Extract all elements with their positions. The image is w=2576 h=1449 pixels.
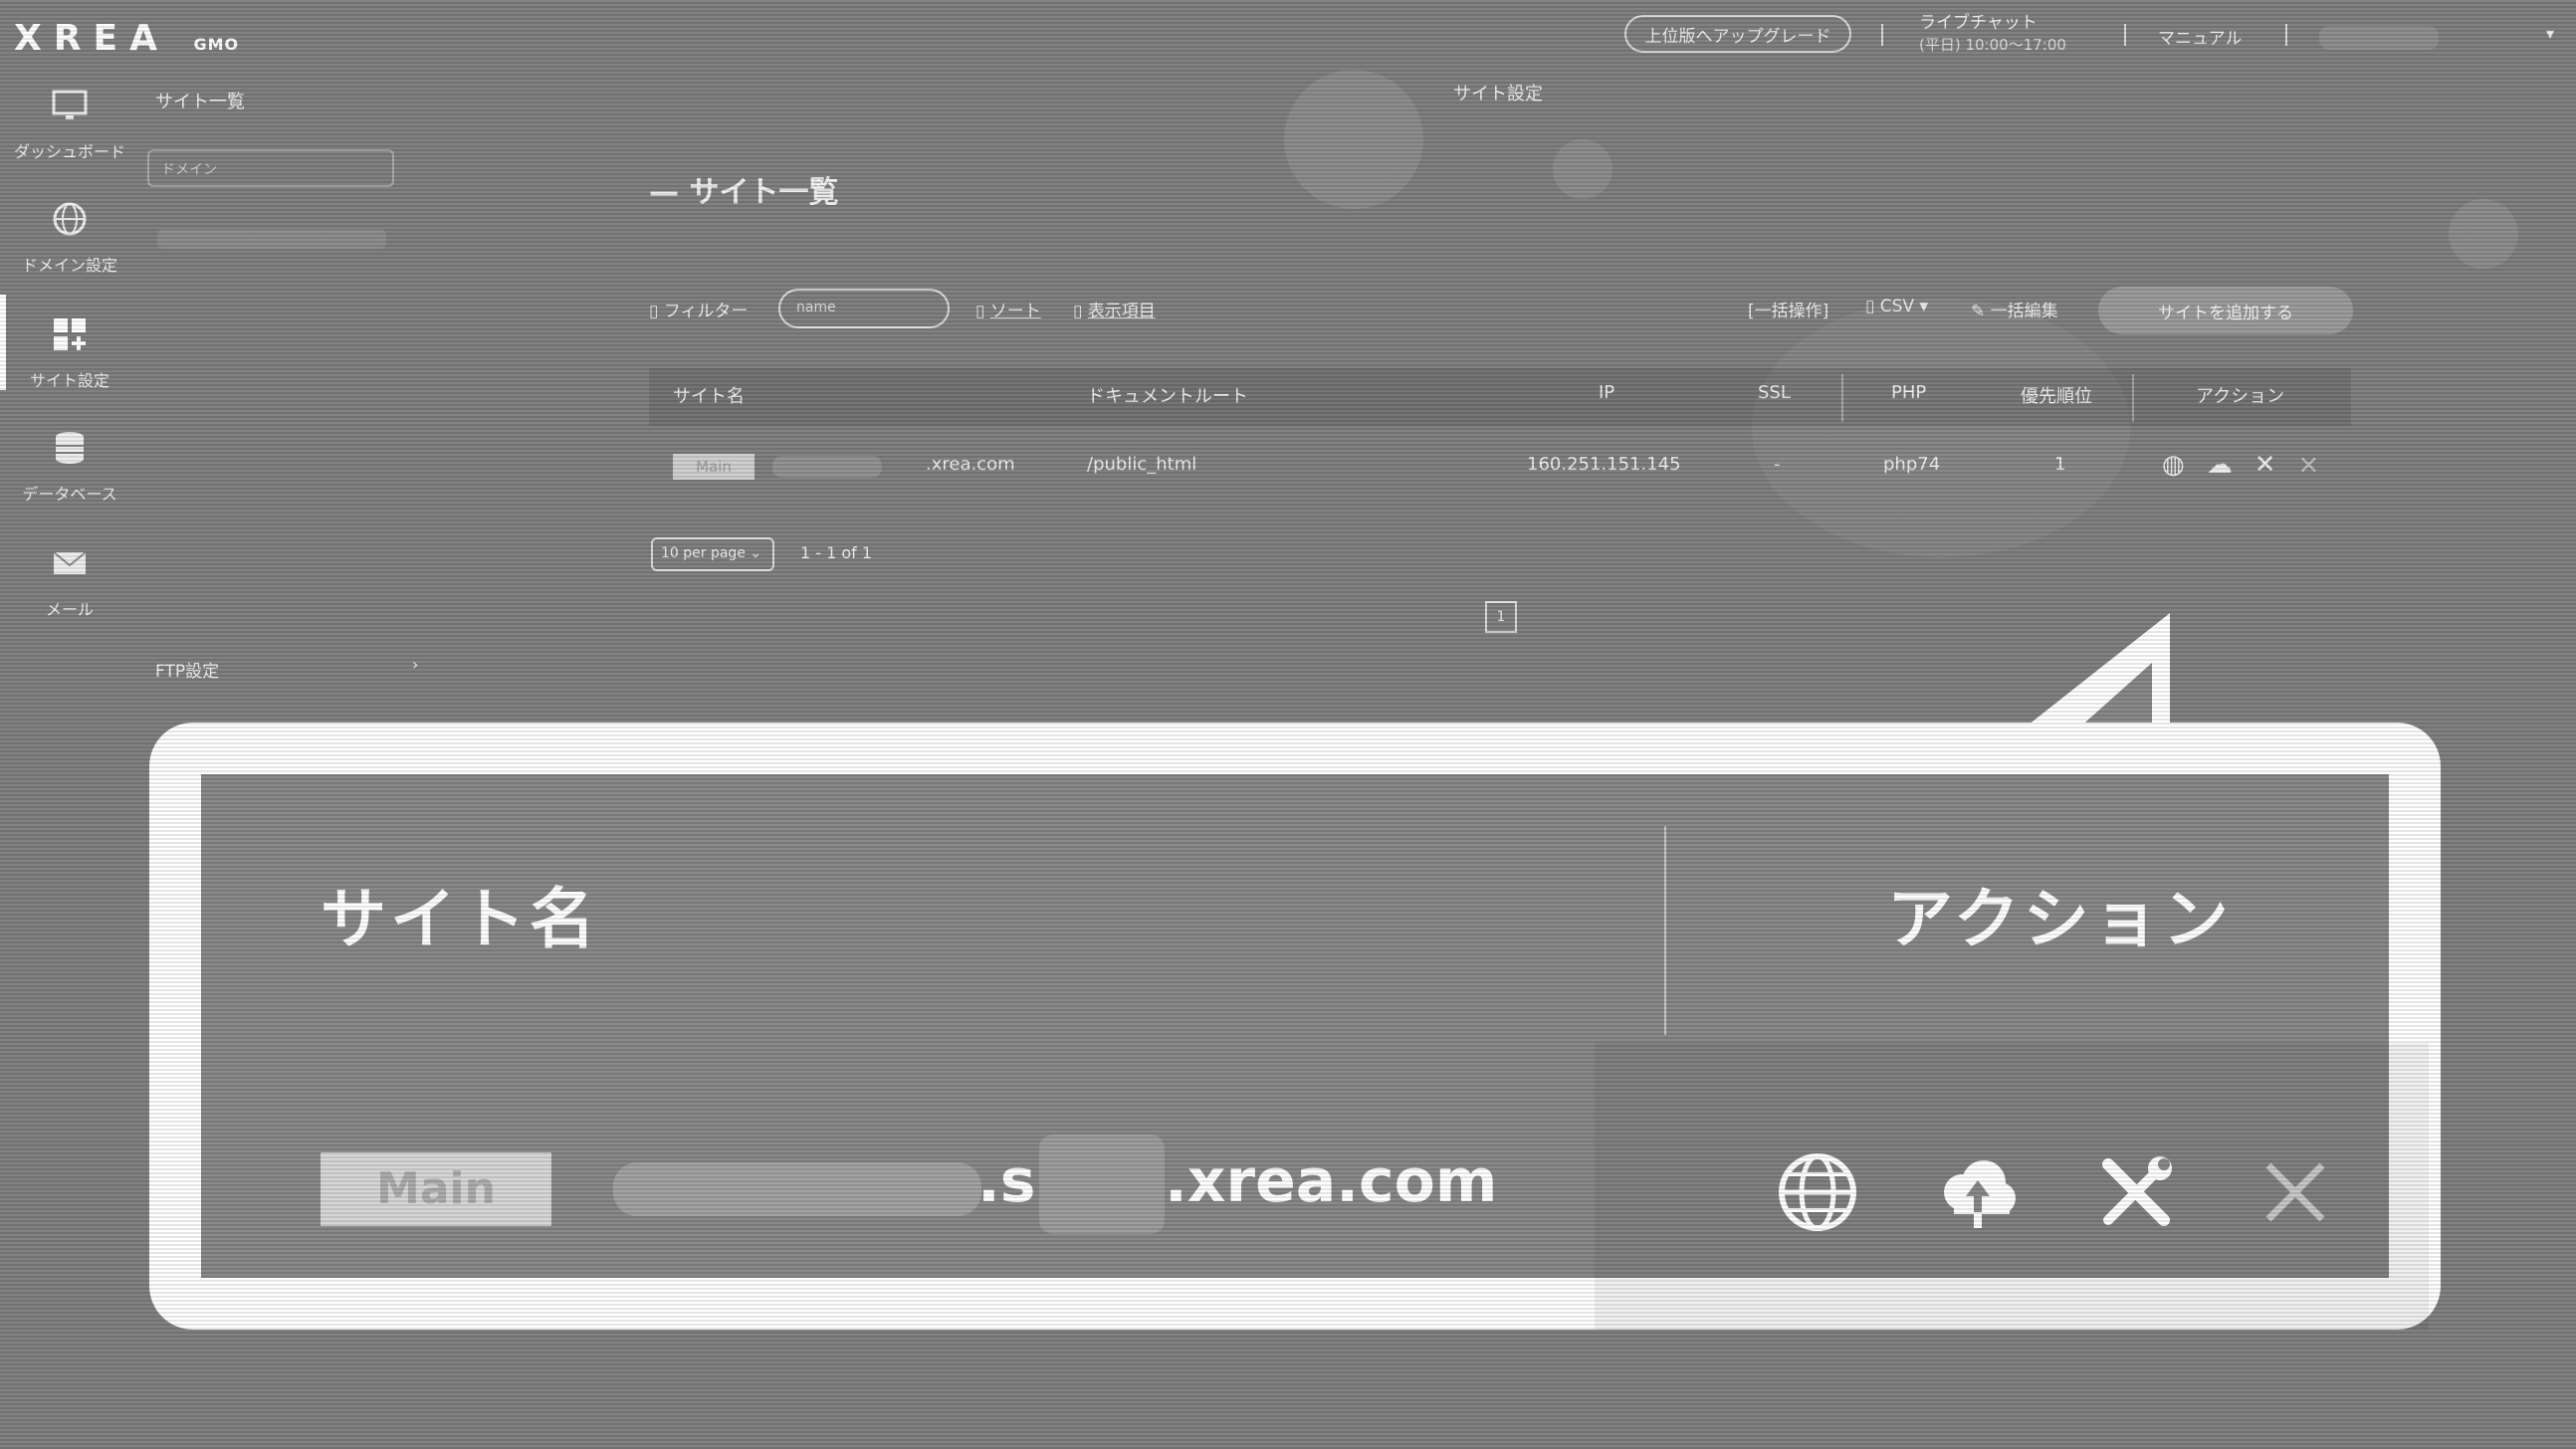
callout-domain: .xrea.com [1165,1146,1498,1216]
logo[interactable]: XREA GMO [14,18,239,59]
user-menu[interactable] [2319,26,2439,50]
col-header[interactable]: IP [1599,382,1614,403]
mail-icon [0,543,139,592]
col-header[interactable]: PHP [1891,382,1926,403]
manual-link[interactable]: マニュアル [2158,24,2243,49]
monitor-icon [0,86,139,134]
add-site-button[interactable]: サイトを追加する [2098,287,2353,334]
callout-col-site: サイト名 [321,881,599,957]
col-header[interactable]: サイト名 [673,382,745,408]
nav-domain[interactable]: ドメイン設定 [0,199,139,276]
domain-blurred [1039,1135,1165,1234]
col-header[interactable]: SSL [1758,382,1791,403]
ip-address: 160.251.151.145 [1527,454,1681,475]
filter-label: ▯ フィルター [649,302,749,321]
chat-hours: (平日) 10:00〜17:00 [1919,36,2066,54]
col-header[interactable]: 優先順位 [2021,382,2092,408]
sidebar-item-blurred[interactable] [157,229,386,249]
tools-icon[interactable]: ✕ [2254,450,2276,480]
divider [2124,24,2130,46]
cloud-upload-icon[interactable] [1927,1142,2027,1242]
live-chat-link[interactable]: ライブチャット [1919,8,2038,33]
display-columns-button[interactable]: ▯ 表示項目 [1073,297,1156,321]
result-count: 1 - 1 of 1 [800,543,873,562]
domain-blurred [613,1162,981,1216]
callout-actions [1768,1142,2345,1242]
nav-dashboard[interactable]: ダッシュボード [0,86,139,162]
close-icon[interactable] [2246,1142,2345,1242]
main-badge: Main [673,454,754,480]
chevron-down-icon[interactable]: ▾ [2546,24,2554,43]
nav-mail[interactable]: メール [0,543,139,620]
divider [1841,374,1843,422]
bg-decoration [1284,70,1423,209]
breadcrumb: サイト設定 [1453,84,1543,104]
bg-decoration [2449,199,2518,269]
nav-label: ドメイン設定 [21,256,117,275]
php-version: php74 [1883,454,1941,475]
sort-button[interactable]: ▯ ソート [975,297,1041,321]
callout-domain-part: .s [977,1146,1036,1216]
doc-root: /public_html [1087,454,1197,475]
domain-blurred [772,456,882,478]
divider [1664,826,1666,1035]
col-header[interactable]: ドキュメントルート [1087,382,1248,408]
sidebar-title: サイト一覧 [155,92,245,112]
globe-icon[interactable]: ◍ [2162,450,2185,480]
table-header [649,368,2351,426]
nav-database[interactable]: データベース [0,428,139,505]
page-title: — サイト一覧 [649,175,839,210]
tools-icon[interactable] [2086,1142,2186,1242]
ssl-status: - [1774,454,1781,475]
nav-label: サイト設定 [29,371,109,390]
divider [1881,24,1887,46]
page-button[interactable]: 1 [1485,601,1517,633]
priority: 1 [2054,454,2066,475]
chevron-right-icon: › [412,655,419,674]
nav-label: データベース [22,485,117,504]
bulk-action-button[interactable]: [一括操作] [1748,297,1828,321]
row-actions: ◍ ☁ ✕ × [2162,450,2319,480]
nav-site[interactable]: サイト設定 [0,314,139,391]
bg-decoration [1553,139,1612,199]
sidebar-item-ftp[interactable]: FTP設定 [155,657,219,682]
nav-label: メール [45,600,94,619]
bg-decoration [1752,299,2130,557]
site-add-icon [0,314,139,363]
upgrade-button[interactable]: 上位版へアップグレード [1624,15,1851,53]
close-icon[interactable]: × [2297,450,2319,480]
bulk-edit-button[interactable]: ✎ 一括編集 [1971,297,2058,321]
per-page-select[interactable]: 10 per page ⌄ [651,537,774,571]
cloud-upload-icon[interactable]: ☁ [2207,450,2233,480]
database-icon [0,428,139,477]
filter-input[interactable]: name [778,289,950,328]
csv-button[interactable]: ▯ CSV ▾ [1865,297,1928,316]
globe-icon [0,199,139,248]
globe-icon[interactable] [1768,1142,1867,1242]
zoom-callout: サイト名 アクション Main .s .xrea.com [149,723,2441,1330]
nav-label: ダッシュボード [13,142,125,161]
divider [2132,374,2134,422]
domain-search-input[interactable]: ドメイン [147,149,394,187]
callout-main-badge: Main [321,1152,551,1226]
divider [2285,24,2291,46]
domain-link[interactable]: .xrea.com [926,454,1015,475]
callout-col-action: アクション [1887,881,2233,957]
col-header: アクション [2196,386,2285,407]
